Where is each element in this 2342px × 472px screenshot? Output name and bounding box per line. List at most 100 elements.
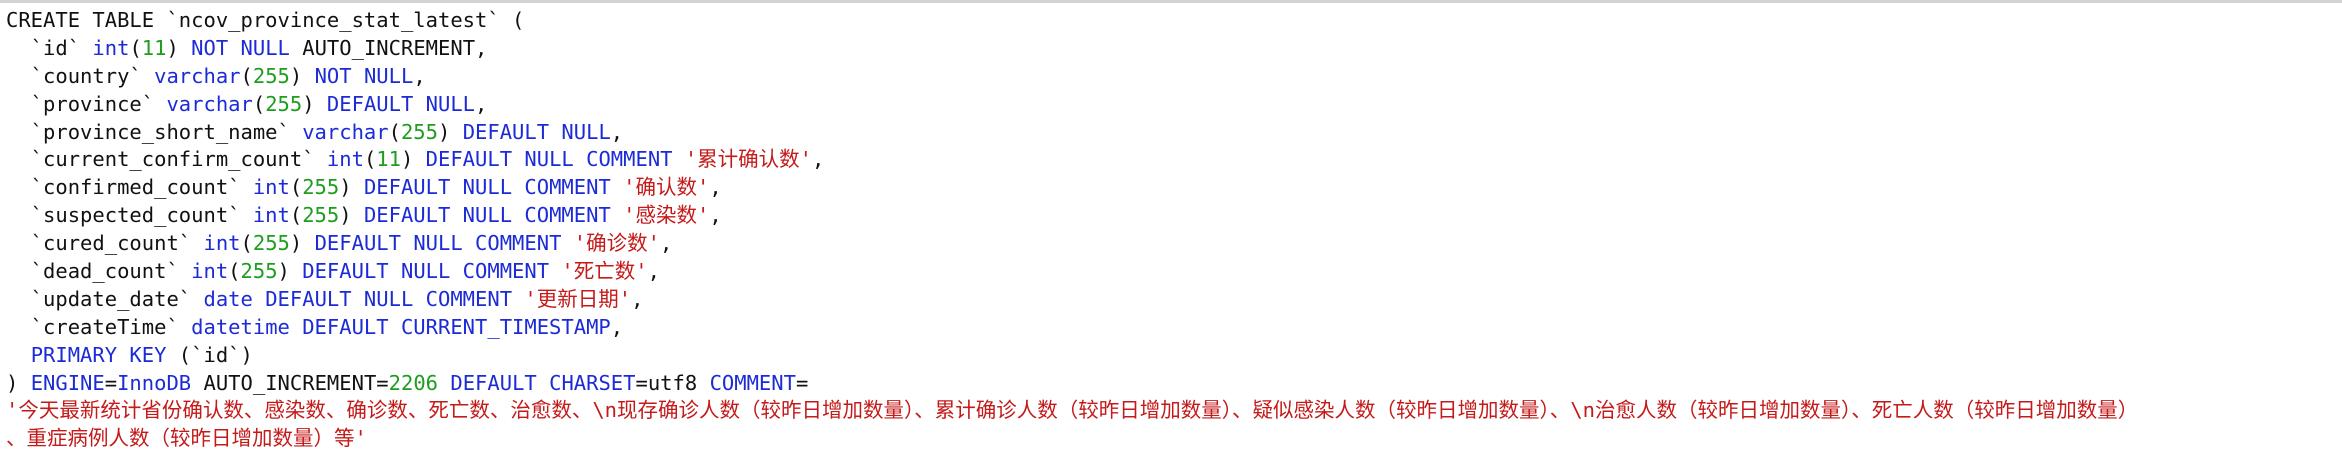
code-line: ) ENGINE=InnoDB AUTO_INCREMENT=2206 DEFA… bbox=[6, 370, 2342, 398]
sql-keyword: COMMENT bbox=[709, 370, 796, 395]
string-literal: '累计确认数' bbox=[684, 147, 813, 172]
string-literal: '更新日期' bbox=[524, 286, 632, 311]
sql-keyword: DEFAULT NULL bbox=[326, 91, 476, 116]
code-line: `cured_count` int(255) DEFAULT NULL COMM… bbox=[6, 230, 2342, 258]
code-text: `dead_count` bbox=[6, 259, 192, 284]
sql-keyword: DEFAULT NULL COMMENT bbox=[314, 231, 562, 256]
sql-keyword: PRIMARY KEY bbox=[30, 342, 167, 367]
code-text: `suspected_count` bbox=[6, 203, 253, 228]
sql-keyword: datetime DEFAULT CURRENT_TIMESTAMP bbox=[191, 314, 611, 339]
code-text: ( bbox=[228, 259, 241, 284]
sql-keyword: int bbox=[252, 203, 290, 228]
number-literal: 255 bbox=[400, 119, 438, 144]
sql-keyword: date DEFAULT NULL COMMENT bbox=[203, 286, 513, 311]
code-text: `cured_count` bbox=[6, 231, 204, 256]
code-text: ) bbox=[339, 175, 364, 200]
string-literal: '死亡数' bbox=[561, 259, 648, 284]
sql-keyword: int bbox=[252, 175, 290, 200]
code-text: CREATE TABLE `ncov_province_stat_latest`… bbox=[6, 8, 525, 32]
code-text: `country` bbox=[6, 63, 155, 88]
code-text: , bbox=[610, 119, 624, 144]
code-text: ) bbox=[339, 203, 364, 228]
code-text: ) bbox=[289, 63, 315, 88]
sql-keyword: varchar bbox=[302, 119, 389, 144]
code-text: (`id`) bbox=[166, 342, 253, 367]
number-literal: 255 bbox=[252, 231, 290, 256]
code-text: AUTO_INCREMENT, bbox=[289, 35, 488, 60]
code-line: `province` varchar(255) DEFAULT NULL, bbox=[6, 91, 2342, 119]
code-text: ( bbox=[240, 63, 253, 88]
sql-keyword: DEFAULT NULL COMMENT bbox=[425, 147, 673, 172]
sql-keyword: ENGINE bbox=[30, 370, 105, 395]
code-line: `suspected_count` int(255) DEFAULT NULL … bbox=[6, 202, 2342, 230]
code-text: , bbox=[610, 314, 624, 339]
code-text: ( bbox=[240, 231, 253, 256]
number-literal: 255 bbox=[302, 175, 340, 200]
number-literal: 255 bbox=[252, 63, 290, 88]
number-literal: 255 bbox=[240, 259, 278, 284]
code-text: ) bbox=[166, 35, 192, 60]
sql-keyword: int bbox=[203, 231, 241, 256]
code-text: ( bbox=[363, 147, 377, 172]
sql-keyword: DEFAULT CHARSET bbox=[450, 370, 636, 395]
code-text: AUTO_INCREMENT= bbox=[191, 370, 389, 395]
sql-keyword: InnoDB bbox=[117, 370, 192, 395]
code-text: =utf8 bbox=[635, 370, 710, 395]
code-text: , bbox=[659, 231, 673, 256]
code-line: `update_date` date DEFAULT NULL COMMENT … bbox=[6, 286, 2342, 314]
sql-keyword: int bbox=[92, 35, 130, 60]
code-line: `confirmed_count` int(255) DEFAULT NULL … bbox=[6, 174, 2342, 202]
sql-editor[interactable]: CREATE TABLE `ncov_province_stat_latest`… bbox=[0, 3, 2342, 472]
code-line: CREATE TABLE `ncov_province_stat_latest`… bbox=[6, 7, 2342, 35]
string-literal: '确认数' bbox=[623, 175, 710, 200]
code-text: , bbox=[709, 175, 722, 200]
code-text: `createTime` bbox=[6, 314, 192, 339]
code-line: `id` int(11) NOT NULL AUTO_INCREMENT, bbox=[6, 35, 2342, 63]
code-text: ) bbox=[289, 231, 315, 256]
sql-keyword: varchar bbox=[166, 91, 253, 116]
sql-keyword: DEFAULT NULL bbox=[462, 119, 611, 144]
sql-keyword: NOT NULL bbox=[191, 35, 290, 60]
number-literal: 255 bbox=[265, 91, 303, 116]
sql-keyword: varchar bbox=[154, 63, 241, 88]
code-line: `createTime` datetime DEFAULT CURRENT_TI… bbox=[6, 314, 2342, 342]
number-literal: 11 bbox=[141, 35, 167, 60]
code-text: = bbox=[795, 370, 809, 395]
code-text: `province_short_name` bbox=[6, 119, 303, 144]
code-text: , bbox=[475, 91, 488, 116]
code-line: PRIMARY KEY (`id`) bbox=[6, 342, 2342, 370]
code-line: `country` varchar(255) NOT NULL, bbox=[6, 63, 2342, 91]
code-line: '今天最新统计省份确认数、感染数、确诊数、死亡数、治愈数、\n现存确诊人数（较昨… bbox=[6, 397, 2342, 425]
code-text: ( bbox=[289, 175, 303, 200]
string-literal: 、重症病例人数（较昨日增加数量）等' bbox=[6, 426, 367, 451]
code-text: `current_confirm_count` bbox=[6, 147, 327, 172]
code-line: `dead_count` int(255) DEFAULT NULL COMME… bbox=[6, 258, 2342, 286]
code-text: `province` bbox=[6, 91, 167, 116]
code-text: ( bbox=[129, 35, 142, 60]
string-literal: '确诊数' bbox=[573, 231, 660, 256]
code-text: = bbox=[104, 370, 118, 395]
number-literal: 11 bbox=[376, 147, 401, 172]
code-text: , bbox=[631, 286, 644, 311]
code-text: , bbox=[413, 63, 426, 88]
string-literal: '今天最新统计省份确认数、感染数、确诊数、死亡数、治愈数、\n现存确诊人数（较昨… bbox=[6, 398, 2139, 423]
code-text: ) bbox=[6, 370, 31, 395]
code-text: , bbox=[812, 147, 825, 172]
code-text: `update_date` bbox=[6, 286, 204, 311]
code-text: ( bbox=[289, 203, 303, 228]
sql-keyword: DEFAULT NULL COMMENT bbox=[302, 259, 550, 284]
code-line: `current_confirm_count` int(11) DEFAULT … bbox=[6, 146, 2342, 174]
sql-keyword: NOT NULL bbox=[314, 63, 414, 88]
code-text: ) bbox=[400, 147, 426, 172]
code-text: ) bbox=[438, 119, 463, 144]
sql-keyword: DEFAULT NULL COMMENT bbox=[363, 203, 611, 228]
code-line: `province_short_name` varchar(255) DEFAU… bbox=[6, 119, 2342, 147]
code-line: 、重症病例人数（较昨日增加数量）等' bbox=[6, 425, 2342, 453]
